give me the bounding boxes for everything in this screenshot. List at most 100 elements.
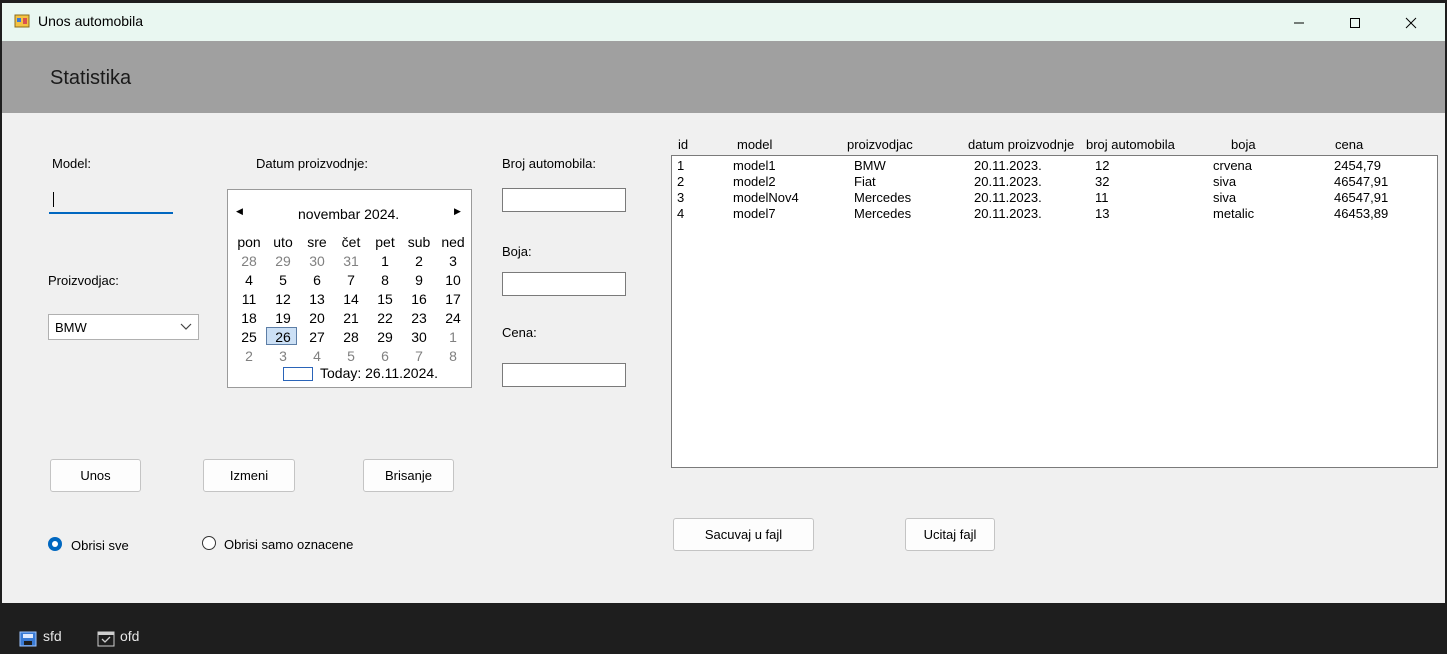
header-title: Statistika <box>50 67 132 89</box>
calendar-day[interactable]: 28 <box>232 252 266 271</box>
calendar-day-selected[interactable]: 26 <box>266 328 300 347</box>
calendar-month-title[interactable]: novembar 2024. <box>298 206 399 222</box>
calendar-day[interactable]: 24 <box>436 309 470 328</box>
chevron-down-icon[interactable] <box>179 318 193 334</box>
table-row[interactable]: 2 model2 Fiat 20.11.2023. 32 siva 46547,… <box>672 174 1437 190</box>
title-bar[interactable]: Unos automobila <box>2 3 1445 41</box>
cell-production-date: 20.11.2023. <box>974 174 1042 189</box>
cars-list-view[interactable]: 1 model1 BMW 20.11.2023. 12 crvena 2454,… <box>671 155 1438 468</box>
today-marker[interactable] <box>283 367 313 381</box>
column-header-color[interactable]: boja <box>1231 137 1256 152</box>
calendar-day[interactable]: 5 <box>266 271 300 290</box>
close-button[interactable] <box>1388 3 1434 41</box>
cell-id: 3 <box>677 190 685 205</box>
calendar-day[interactable]: 8 <box>436 347 470 366</box>
delete-button[interactable]: Brisanje <box>363 459 454 492</box>
calendar-day[interactable]: 1 <box>368 252 402 271</box>
tray-item-sfd[interactable]: sfd <box>43 628 62 644</box>
calendar-day[interactable]: 7 <box>334 271 368 290</box>
table-row[interactable]: 1 model1 BMW 20.11.2023. 12 crvena 2454,… <box>672 158 1437 174</box>
cell-car-number: 11 <box>1095 190 1109 205</box>
calendar-day[interactable]: 10 <box>436 271 470 290</box>
cell-manufacturer: Fiat <box>854 174 876 189</box>
cell-manufacturer: Mercedes <box>854 190 912 205</box>
delete-all-radio[interactable] <box>48 537 62 551</box>
model-input[interactable] <box>49 188 173 214</box>
color-input[interactable] <box>502 272 626 296</box>
calendar-day[interactable]: 1 <box>436 328 470 347</box>
calendar-day[interactable]: 4 <box>300 347 334 366</box>
calendar-day[interactable]: 22 <box>368 309 402 328</box>
calendar-day[interactable]: 9 <box>402 271 436 290</box>
calendar-day[interactable]: 16 <box>402 290 436 309</box>
maximize-button[interactable] <box>1332 3 1378 41</box>
component-tray <box>0 603 1447 654</box>
column-header-id[interactable]: id <box>678 137 688 152</box>
delete-all-label[interactable]: Obrisi sve <box>71 538 129 553</box>
cell-car-number: 12 <box>1095 158 1110 173</box>
car-number-label: Broj automobila: <box>502 156 596 171</box>
column-header-manufacturer[interactable]: proizvodjac <box>847 137 913 152</box>
column-header-car-number[interactable]: broj automobila <box>1086 137 1175 152</box>
calendar-day[interactable]: 27 <box>300 328 334 347</box>
calendar-day[interactable]: 14 <box>334 290 368 309</box>
save-file-dialog-icon <box>19 630 37 651</box>
insert-button[interactable]: Unos <box>50 459 141 492</box>
calendar-day[interactable]: 5 <box>334 347 368 366</box>
weekday-header: pet <box>375 234 395 250</box>
cell-color: metalic <box>1213 206 1255 221</box>
calendar-day[interactable]: 13 <box>300 290 334 309</box>
month-calendar[interactable]: ◀ novembar 2024. ▶ pon uto sre čet pet s… <box>227 189 472 388</box>
minimize-button[interactable] <box>1276 3 1322 41</box>
calendar-day[interactable]: 23 <box>402 309 436 328</box>
calendar-day[interactable]: 21 <box>334 309 368 328</box>
column-header-model[interactable]: model <box>737 137 772 152</box>
edit-button[interactable]: Izmeni <box>203 459 295 492</box>
delete-selected-radio[interactable] <box>202 536 216 550</box>
cell-car-number: 13 <box>1095 206 1110 221</box>
calendar-next-month-icon[interactable]: ▶ <box>454 206 461 217</box>
cell-manufacturer: Mercedes <box>854 206 912 221</box>
column-header-price[interactable]: cena <box>1335 137 1363 152</box>
cell-price: 46547,91 <box>1334 190 1389 205</box>
text-caret <box>53 192 54 207</box>
cell-car-number: 32 <box>1095 174 1110 189</box>
save-to-file-button[interactable]: Sacuvaj u fajl <box>673 518 814 551</box>
calendar-day[interactable]: 19 <box>266 309 300 328</box>
today-link[interactable]: Today: 26.11.2024. <box>320 365 438 381</box>
calendar-day[interactable]: 30 <box>300 252 334 271</box>
calendar-day[interactable]: 31 <box>334 252 368 271</box>
calendar-day[interactable]: 25 <box>232 328 266 347</box>
calendar-day[interactable]: 2 <box>402 252 436 271</box>
calendar-day[interactable]: 15 <box>368 290 402 309</box>
manufacturer-combobox[interactable]: BMW <box>48 314 199 340</box>
calendar-day[interactable]: 20 <box>300 309 334 328</box>
car-number-input[interactable] <box>502 188 626 212</box>
table-row[interactable]: 3 modelNov4 Mercedes 20.11.2023. 11 siva… <box>672 190 1437 206</box>
calendar-day[interactable]: 28 <box>334 328 368 347</box>
calendar-day[interactable]: 18 <box>232 309 266 328</box>
calendar-day[interactable]: 29 <box>266 252 300 271</box>
calendar-day[interactable]: 17 <box>436 290 470 309</box>
calendar-day[interactable]: 8 <box>368 271 402 290</box>
calendar-day[interactable]: 4 <box>232 271 266 290</box>
calendar-day[interactable]: 12 <box>266 290 300 309</box>
calendar-day[interactable]: 6 <box>368 347 402 366</box>
calendar-day[interactable]: 3 <box>436 252 470 271</box>
calendar-day[interactable]: 30 <box>402 328 436 347</box>
cell-model: modelNov4 <box>733 190 799 205</box>
calendar-day[interactable]: 6 <box>300 271 334 290</box>
calendar-day[interactable]: 2 <box>232 347 266 366</box>
calendar-prev-month-icon[interactable]: ◀ <box>236 206 243 217</box>
load-file-button[interactable]: Ucitaj fajl <box>905 518 995 551</box>
delete-selected-label[interactable]: Obrisi samo oznacene <box>224 537 353 552</box>
column-header-production-date[interactable]: datum proizvodnje <box>968 137 1074 152</box>
calendar-day[interactable]: 11 <box>232 290 266 309</box>
table-row[interactable]: 4 model7 Mercedes 20.11.2023. 13 metalic… <box>672 206 1437 222</box>
calendar-day[interactable]: 7 <box>402 347 436 366</box>
price-input[interactable] <box>502 363 626 387</box>
tray-item-ofd[interactable]: ofd <box>120 628 139 644</box>
calendar-day[interactable]: 3 <box>266 347 300 366</box>
cell-model: model2 <box>733 174 776 189</box>
calendar-day[interactable]: 29 <box>368 328 402 347</box>
